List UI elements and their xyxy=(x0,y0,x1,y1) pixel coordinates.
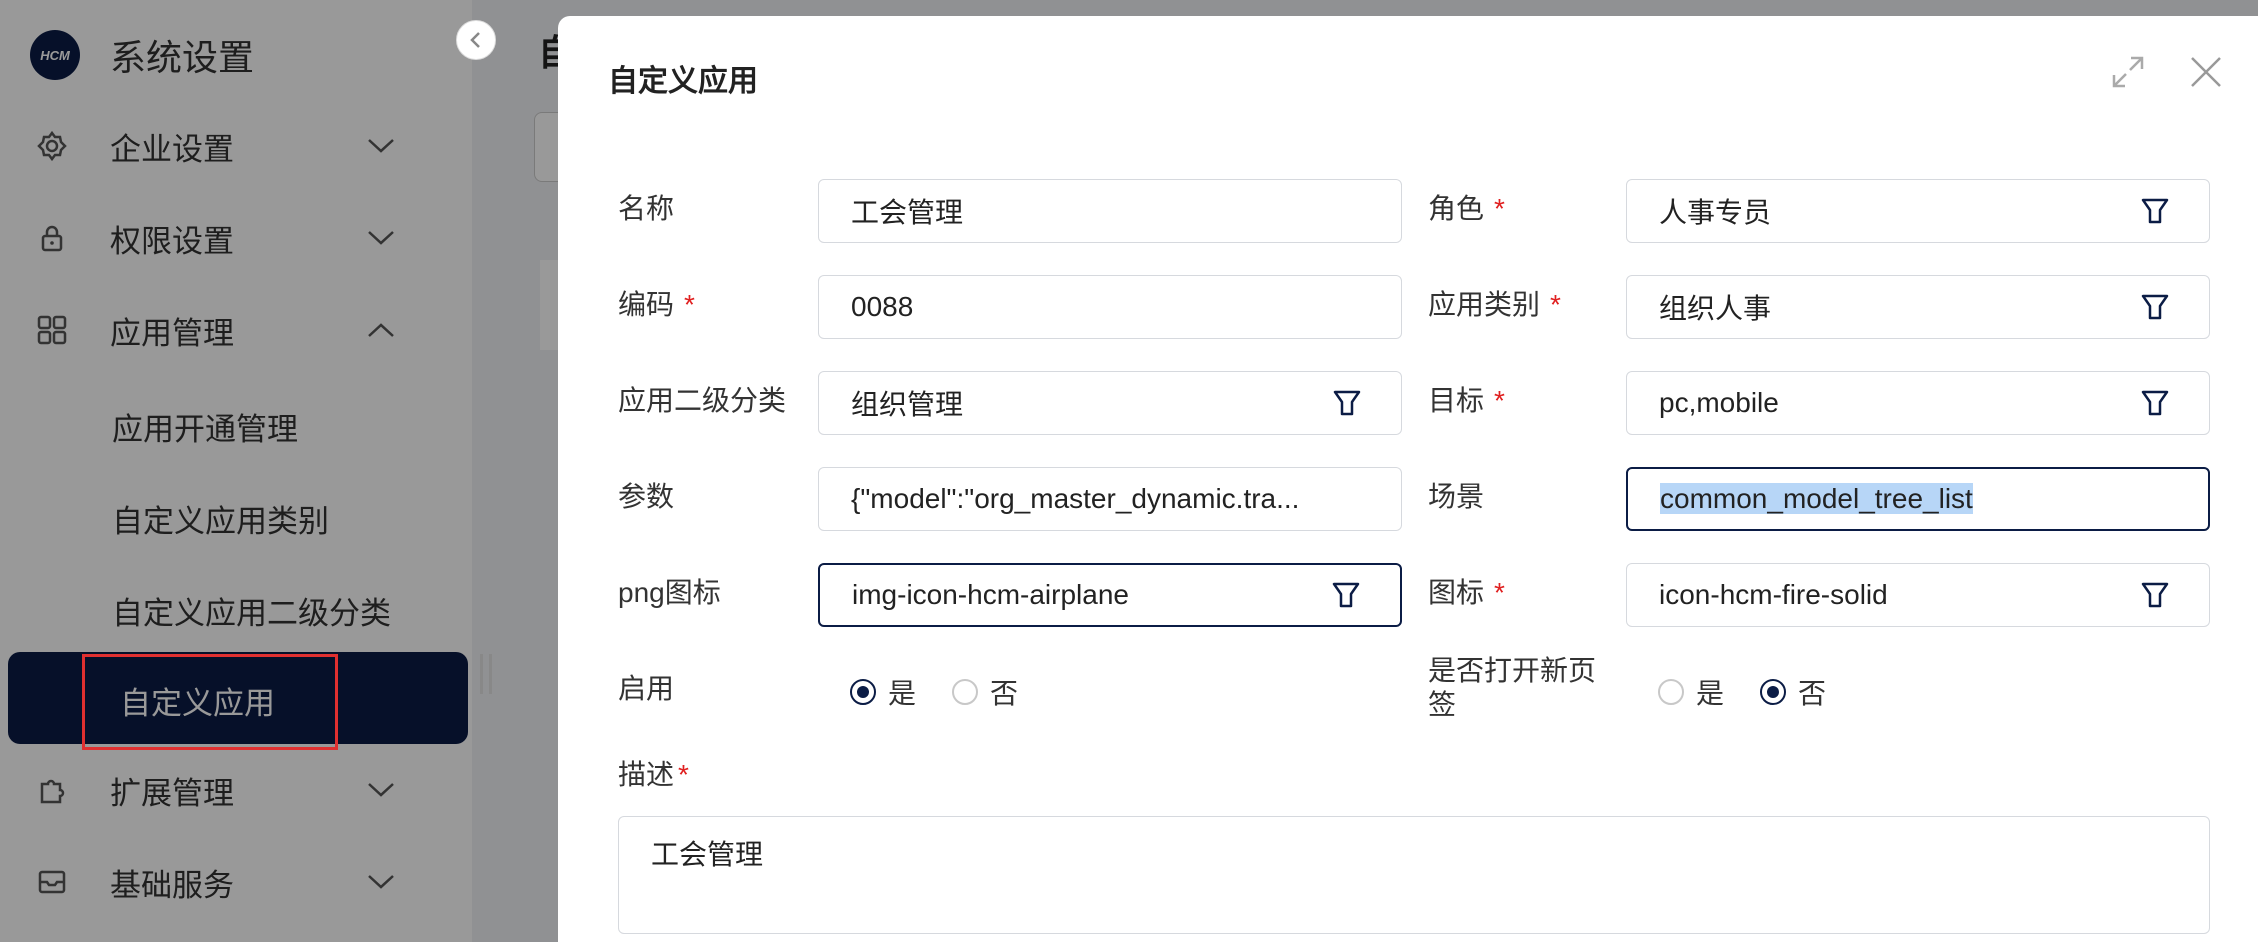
filter-icon[interactable] xyxy=(2139,579,2171,611)
description-value: 工会管理 xyxy=(651,839,764,870)
params-label: 参数 xyxy=(618,481,675,512)
enable-radio-group: 是 否 xyxy=(850,672,1054,712)
scene-input[interactable]: common_model_tree_list xyxy=(1626,467,2210,531)
radio-checked-icon xyxy=(850,679,876,705)
highlight-box xyxy=(82,654,338,750)
filter-icon[interactable] xyxy=(2139,195,2171,227)
custom-app-dialog: 自定义应用 名称 工会管理 角色 * 人事专员 编码 * 0088 应用类别 * 组织… xyxy=(558,16,2258,942)
sidebar-resize-handle[interactable] xyxy=(480,654,492,694)
name-input[interactable]: 工会管理 xyxy=(818,179,1402,243)
sub-category-value: 组织管理 xyxy=(851,389,964,420)
dialog-title: 自定义应用 xyxy=(608,65,758,98)
new-tab-yes-radio[interactable]: 是 xyxy=(1658,672,1724,712)
scene-value: common_model_tree_list xyxy=(1660,483,1973,514)
role-value: 人事专员 xyxy=(1659,197,1772,228)
radio-checked-icon xyxy=(1760,679,1787,705)
open-new-tab-radio-group: 是 否 xyxy=(1658,672,1862,712)
scene-label: 场景 xyxy=(1428,481,1485,512)
open-new-tab-label: 是否打开新页 签 xyxy=(1428,655,1597,720)
sub-category-label: 应用二级分类 xyxy=(618,385,787,416)
app-category-label: 应用类别 * xyxy=(1428,289,1561,320)
name-label: 名称 xyxy=(618,193,675,224)
role-select[interactable]: 人事专员 xyxy=(1626,179,2210,243)
png-icon-value: img-icon-hcm-airplane xyxy=(852,579,1129,610)
filter-icon[interactable] xyxy=(1331,387,1363,419)
role-label: 角色 * xyxy=(1428,193,1505,224)
icon-value: icon-hcm-fire-solid xyxy=(1659,579,1888,610)
png-icon-select[interactable]: img-icon-hcm-airplane xyxy=(818,563,1402,627)
expand-icon[interactable] xyxy=(2110,54,2146,90)
name-value: 工会管理 xyxy=(851,197,964,228)
params-input[interactable]: {"model":"org_master_dynamic.tra... xyxy=(818,467,1402,531)
new-tab-no-radio[interactable]: 否 xyxy=(1760,672,1826,712)
description-textarea[interactable]: 工会管理 xyxy=(618,816,2210,934)
filter-icon[interactable] xyxy=(2139,291,2171,323)
code-label: 编码 * xyxy=(618,289,695,320)
close-icon[interactable] xyxy=(2188,54,2224,90)
app-category-select[interactable]: 组织人事 xyxy=(1626,275,2210,339)
app-category-value: 组织人事 xyxy=(1659,293,1772,324)
chevron-left-icon xyxy=(470,32,480,48)
description-label: 描述 * xyxy=(618,759,689,790)
code-value: 0088 xyxy=(851,291,914,322)
target-select[interactable]: pc,mobile xyxy=(1626,371,2210,435)
target-value: pc,mobile xyxy=(1659,387,1779,418)
enable-yes-radio[interactable]: 是 xyxy=(850,672,916,712)
filter-icon[interactable] xyxy=(1330,579,1362,611)
radio-unchecked-icon xyxy=(952,679,979,705)
icon-label: 图标 * xyxy=(1428,577,1505,608)
params-value: {"model":"org_master_dynamic.tra... xyxy=(851,483,1300,514)
target-label: 目标 * xyxy=(1428,385,1505,416)
sidebar-collapse-button[interactable] xyxy=(456,20,496,60)
png-icon-label: png图标 xyxy=(618,577,721,608)
radio-unchecked-icon xyxy=(1658,679,1684,705)
enable-label: 启用 xyxy=(618,673,675,704)
sub-category-select[interactable]: 组织管理 xyxy=(818,371,1402,435)
code-input[interactable]: 0088 xyxy=(818,275,1402,339)
icon-select[interactable]: icon-hcm-fire-solid xyxy=(1626,563,2210,627)
filter-icon[interactable] xyxy=(2139,387,2171,419)
enable-no-radio[interactable]: 否 xyxy=(952,672,1018,712)
